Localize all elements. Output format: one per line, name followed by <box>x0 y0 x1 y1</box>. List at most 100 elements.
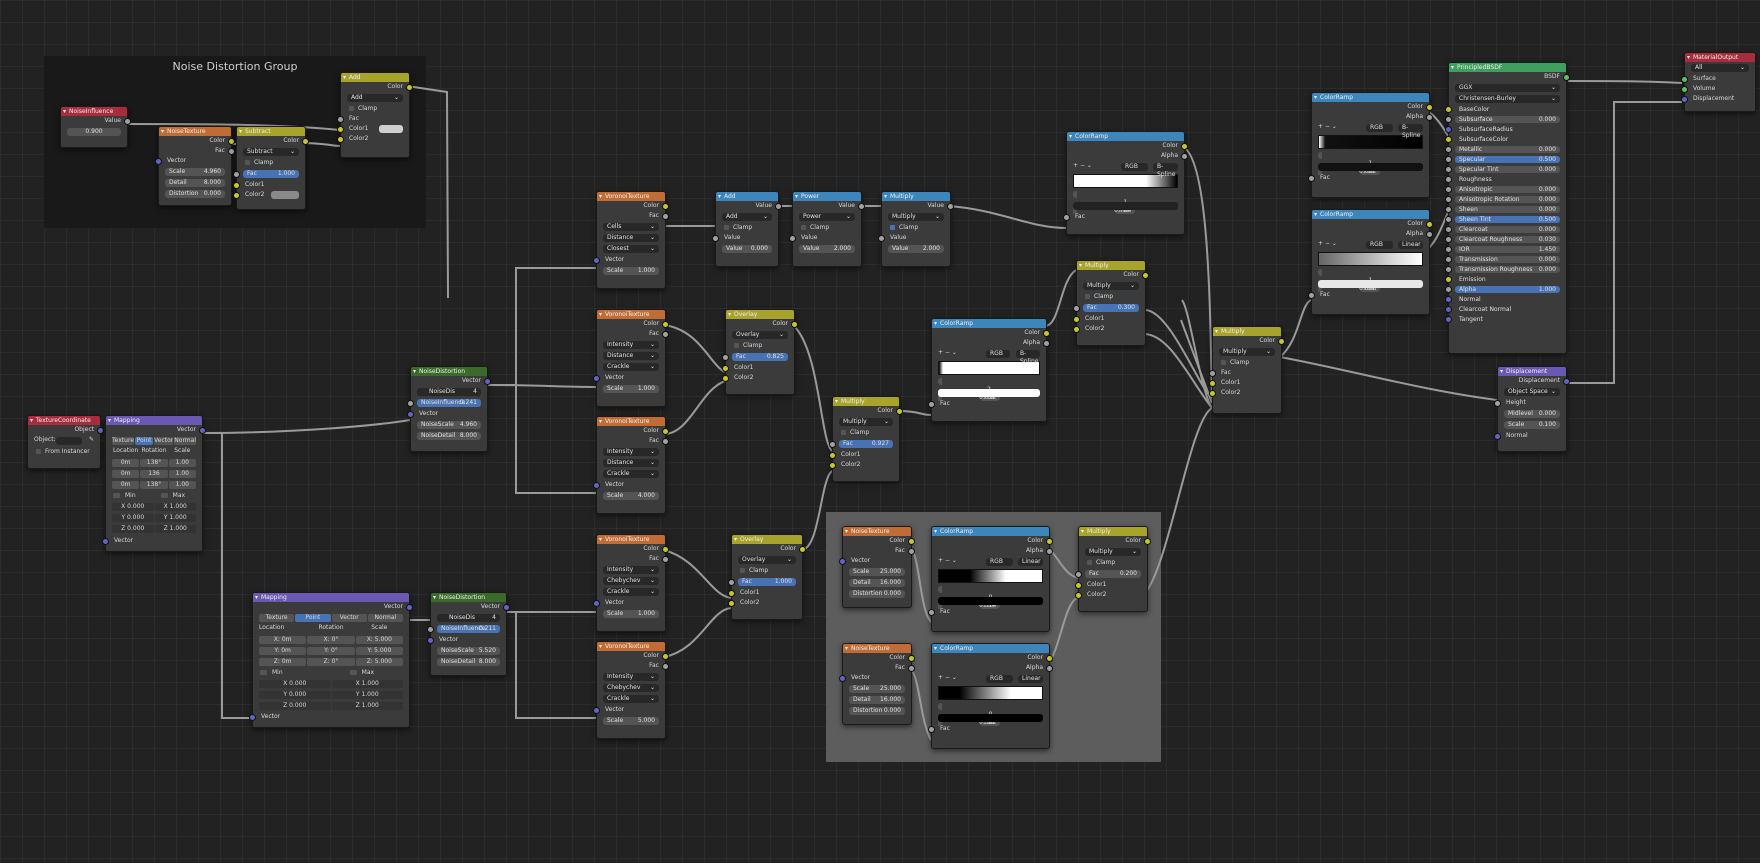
clamp-checkbox[interactable] <box>349 106 354 111</box>
distance-dropdown[interactable]: Distance ⌄ <box>603 459 659 467</box>
node-header[interactable]: Mapping <box>253 593 409 602</box>
input-socket[interactable] <box>928 609 935 616</box>
coloring-dropdown[interactable]: Intensity ⌄ <box>603 673 659 681</box>
input-socket[interactable] <box>337 116 344 123</box>
bsdf-input-row[interactable]: Alpha 1.000 <box>1445 285 1560 294</box>
fac-field[interactable]: Fac 1.000 <box>243 170 299 178</box>
input-socket[interactable] <box>1308 292 1315 299</box>
color-mode-dropdown[interactable]: RGB <box>1121 163 1148 171</box>
input-socket[interactable] <box>1445 236 1452 243</box>
bsdf-input-row[interactable]: Transmission Roughness 0.000 <box>1445 265 1560 274</box>
blend-mode-dropdown[interactable]: Overlay ⌄ <box>732 331 788 339</box>
node-header[interactable]: Subtract <box>237 127 305 136</box>
detail-field[interactable]: Detail 16.000 <box>849 579 905 587</box>
clamp-checkbox[interactable] <box>245 160 250 165</box>
output-socket[interactable] <box>1043 340 1050 347</box>
node-noise-texture-b1[interactable]: NoiseTexture Color Fac Vector Scale25.00… <box>839 526 915 608</box>
node-voronoi-texture-1[interactable]: VoronoiTexture Color Fac Cells⌄ Distance… <box>593 191 669 289</box>
input-socket[interactable] <box>1445 316 1452 323</box>
output-socket[interactable] <box>406 604 413 611</box>
distance-dropdown[interactable]: Chebychev ⌄ <box>603 577 659 585</box>
input-socket[interactable] <box>1445 306 1452 313</box>
input-socket[interactable] <box>1494 400 1501 407</box>
blend-mode-dropdown[interactable]: Multiply ⌄ <box>839 418 893 426</box>
noise-detail-field[interactable]: NoiseDetail 8.000 <box>417 432 481 440</box>
input-socket[interactable] <box>1445 256 1452 263</box>
noise-influence-field[interactable]: NoiseInfluence 0.211 <box>437 625 500 633</box>
output-socket[interactable] <box>1426 221 1433 228</box>
remove-stop-icon[interactable]: − <box>945 349 950 356</box>
clamp-checkbox[interactable] <box>734 343 739 348</box>
rotation-x[interactable]: X: 0° <box>307 636 355 644</box>
min-checkbox[interactable] <box>113 493 120 498</box>
value-field[interactable]: Value 0.000 <box>722 245 772 253</box>
node-header[interactable]: ColorRamp <box>932 644 1049 653</box>
output-socket[interactable] <box>662 428 669 435</box>
node-mapping[interactable]: Mapping Vector TexturePointVectorNormal … <box>102 415 206 552</box>
rotation-y[interactable]: Y: 0° <box>307 647 355 655</box>
input-socket[interactable] <box>928 726 935 733</box>
noise-scale-field[interactable]: NoiseScale 5.520 <box>437 647 500 655</box>
node-color-ramp-right-1[interactable]: ColorRamp Color Alpha + − ⌄RGBB-Spline 1… <box>1308 92 1433 198</box>
node-multiply-bottom[interactable]: Multiply Color Multiply⌄ Clamp Fac0.200 … <box>1075 526 1151 612</box>
clamp-checkbox[interactable] <box>801 225 806 230</box>
node-header[interactable]: NoiseTexture <box>843 644 911 653</box>
input-socket[interactable] <box>593 482 600 489</box>
stop-color-swatch[interactable] <box>1073 202 1178 210</box>
blend-mode-dropdown[interactable]: Multiply ⌄ <box>1085 548 1141 556</box>
remove-stop-icon[interactable]: − <box>945 557 950 564</box>
input-socket[interactable] <box>1445 166 1452 173</box>
max-y[interactable]: Y 1.000 <box>154 514 196 522</box>
noise-scale-field[interactable]: NoiseScale 4.960 <box>417 421 481 429</box>
scale-y[interactable]: 1.00 <box>168 470 196 478</box>
input-socket[interactable] <box>102 538 109 545</box>
stop-color-swatch[interactable] <box>938 389 1040 397</box>
bsdf-input-row[interactable]: Emission <box>1445 275 1560 284</box>
input-socket[interactable] <box>1063 214 1070 221</box>
stop-color-swatch[interactable] <box>1318 163 1423 171</box>
interpolation-dropdown[interactable]: B-Spline <box>1016 350 1040 365</box>
chevron-down-icon[interactable]: ⌄ <box>952 674 957 681</box>
min-z[interactable]: Z 0.000 <box>112 525 154 533</box>
input-socket[interactable] <box>728 600 735 607</box>
node-header[interactable]: PrincipledBSDF <box>1449 63 1566 72</box>
rotation-z[interactable]: Z: 0° <box>307 658 355 666</box>
node-color-ramp-b1[interactable]: ColorRamp Color Alpha + − ⌄RGBLinear 0Po… <box>928 526 1053 632</box>
location-x[interactable]: X: 0m <box>259 636 307 644</box>
node-noise-influence[interactable]: NoiseInfluence Value 0.900 <box>60 106 131 148</box>
distortion-field[interactable]: Distortion 0.000 <box>165 190 225 198</box>
output-socket[interactable] <box>503 604 510 611</box>
interpolation-dropdown[interactable]: Linear <box>1398 241 1423 249</box>
fac-field[interactable]: Fac 0.825 <box>732 353 788 361</box>
scale-field[interactable]: Scale 25.000 <box>849 568 905 576</box>
node-noise-distortion[interactable]: NoiseDistortion Vector NoiseDis4 NoiseIn… <box>407 366 491 452</box>
node-header[interactable]: Multiply <box>1077 261 1145 270</box>
input-socket[interactable] <box>1445 266 1452 273</box>
bsdf-input-row[interactable]: Tangent <box>1445 315 1560 324</box>
color-mode-dropdown[interactable]: RGB <box>986 558 1013 566</box>
rotation-y[interactable]: 136 <box>140 470 168 478</box>
detail-field[interactable]: Detail 16.000 <box>849 696 905 704</box>
blend-mode-dropdown[interactable]: Multiply ⌄ <box>1083 282 1139 290</box>
input-socket[interactable] <box>722 375 729 382</box>
input-socket[interactable] <box>233 182 240 189</box>
output-socket[interactable] <box>662 546 669 553</box>
node-header[interactable]: NoiseDistortion <box>411 367 487 376</box>
clamp-checkbox[interactable] <box>841 430 846 435</box>
blend-mode-dropdown[interactable]: Overlay ⌄ <box>738 556 796 564</box>
chevron-down-icon[interactable]: ⌄ <box>1332 240 1337 247</box>
color-mode-dropdown[interactable]: RGB <box>986 350 1010 358</box>
output-socket[interactable] <box>1426 114 1433 121</box>
tab-vector[interactable]: Vector <box>331 614 367 622</box>
node-voronoi-texture-4[interactable]: VoronoiTexture Color Fac Intensity⌄ Cheb… <box>593 534 669 632</box>
bsdf-input-row[interactable]: Subsurface 0.000 <box>1445 115 1560 124</box>
input-socket[interactable] <box>829 441 836 448</box>
stop-color-swatch[interactable] <box>938 597 1043 605</box>
scale-field[interactable]: Scale 1.000 <box>603 610 659 618</box>
feature-dropdown[interactable]: Crackle ⌄ <box>603 588 659 596</box>
space-dropdown[interactable]: Object Space ⌄ <box>1504 388 1560 396</box>
input-socket[interactable] <box>722 365 729 372</box>
interpolation-dropdown[interactable]: B-Spline <box>1153 163 1178 178</box>
input-socket[interactable] <box>789 235 796 242</box>
object-picker[interactable] <box>56 437 82 445</box>
